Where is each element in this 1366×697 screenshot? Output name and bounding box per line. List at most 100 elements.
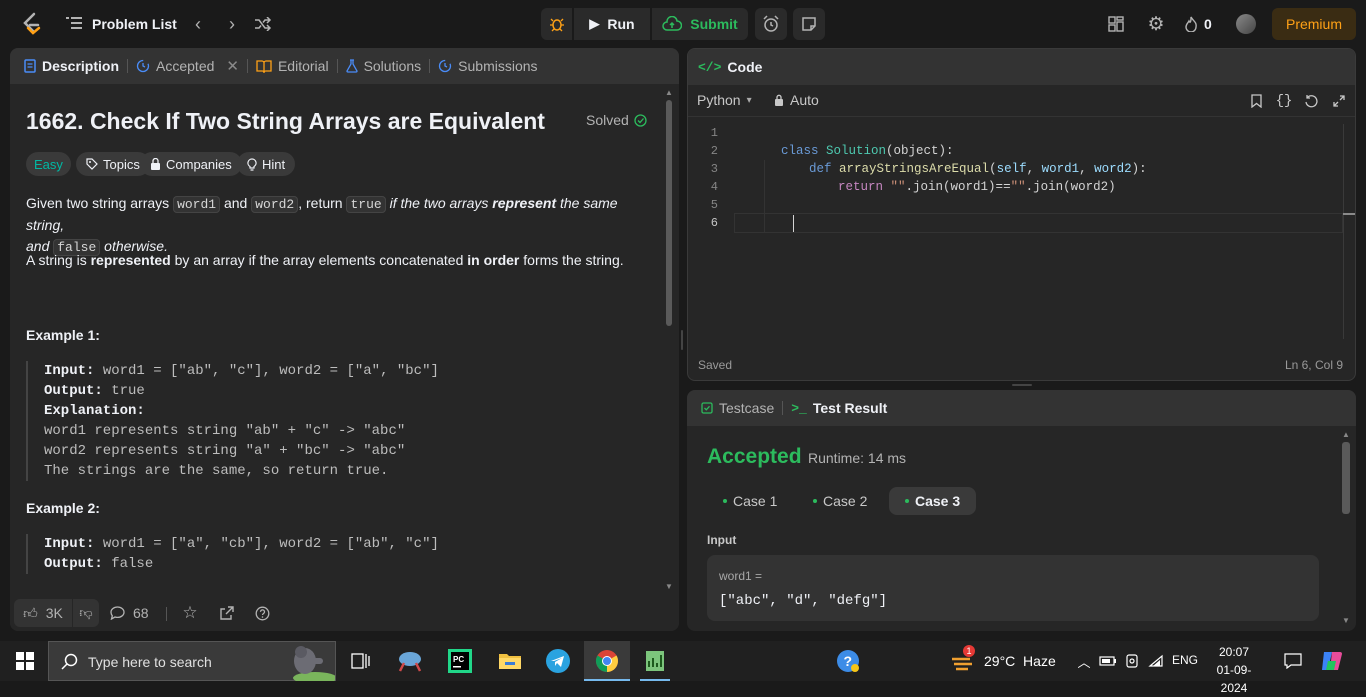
editor-toolbar: Python ▾ Auto {}: [688, 85, 1355, 117]
checkbox-icon: [701, 402, 713, 414]
result-scrollbar[interactable]: ▲ ▼: [1340, 430, 1352, 629]
editor-scrollbar[interactable]: [1343, 124, 1344, 339]
language-select[interactable]: Python ▾: [697, 92, 752, 108]
layout-icon[interactable]: [1106, 14, 1126, 34]
task-view-icon[interactable]: [346, 647, 374, 675]
shuffle-icon[interactable]: [252, 12, 274, 36]
taskbar-search[interactable]: Type here to search: [48, 641, 337, 684]
scroll-thumb[interactable]: [1342, 442, 1350, 514]
svg-text:PC: PC: [453, 655, 464, 664]
example-1-block: Input: word1 = ["ab", "c"], word2 = ["a"…: [26, 361, 646, 481]
weather-widget[interactable]: 1 29°C Haze: [950, 641, 1056, 681]
scroll-down-arrow[interactable]: ▼: [1341, 616, 1351, 626]
tab-description[interactable]: Description: [16, 48, 127, 84]
difficulty-badge[interactable]: Easy: [26, 152, 71, 176]
star-icon[interactable]: ☆: [180, 603, 200, 623]
topics-tag[interactable]: Topics: [76, 152, 150, 176]
example-2-title: Example 2:: [26, 500, 100, 516]
case-tab-2[interactable]: Case 2: [797, 487, 883, 515]
tab-submissions[interactable]: Submissions: [430, 48, 545, 84]
vertical-splitter[interactable]: [681, 330, 683, 350]
chrome-icon: [596, 650, 618, 672]
next-problem-icon[interactable]: ›: [222, 12, 242, 36]
like-button[interactable]: 👍︎ 3K: [14, 599, 72, 627]
help-icon[interactable]: [252, 603, 272, 623]
notification-icon[interactable]: [1279, 647, 1307, 675]
windows-start-icon[interactable]: [11, 647, 39, 675]
input-box: word1 = ["abc", "d", "defg"]: [707, 555, 1319, 621]
notes-button[interactable]: [793, 8, 825, 40]
description-footer: 👍︎ 3K 👎︎ 68 ☆: [10, 595, 679, 631]
tab-test-result[interactable]: >_ Test Result: [783, 390, 895, 426]
editor-scroll-marker: [1343, 213, 1355, 215]
pycharm-icon[interactable]: PC: [446, 647, 474, 675]
prev-problem-icon[interactable]: ‹: [188, 12, 208, 36]
streak-counter[interactable]: 0: [1184, 12, 1212, 36]
companies-tag[interactable]: Companies: [140, 152, 242, 176]
result-panel: Testcase >_ Test Result Accepted Runtime…: [687, 390, 1356, 631]
problem-title: 1662. Check If Two String Arrays are Equ…: [26, 108, 545, 134]
line-number: 2: [710, 144, 718, 158]
description-scrollbar[interactable]: ▲ ▼: [664, 88, 674, 593]
solved-status: Solved: [586, 112, 647, 128]
verdict: Accepted: [707, 445, 802, 468]
tab-editorial[interactable]: Editorial: [248, 48, 337, 84]
text-cursor: [793, 215, 794, 232]
scroll-down-arrow[interactable]: ▼: [664, 582, 674, 592]
copilot-icon[interactable]: [1318, 647, 1346, 675]
play-icon: ▶: [589, 16, 600, 31]
weather-icon: 1: [950, 645, 976, 673]
leetcode-logo-icon[interactable]: [20, 12, 44, 36]
variable-label: word1 =: [719, 569, 763, 583]
avatar[interactable]: [1236, 14, 1256, 34]
dislike-button[interactable]: 👎︎: [73, 599, 99, 627]
lock-icon: [151, 158, 160, 170]
case-tab-3[interactable]: Case 3: [889, 487, 977, 515]
help-app-icon[interactable]: ?: [834, 647, 862, 675]
fullscreen-icon[interactable]: [1331, 92, 1347, 110]
search-icon: [61, 653, 78, 670]
chrome-taskbar-button[interactable]: [584, 641, 630, 681]
tab-testcase[interactable]: Testcase: [693, 390, 782, 426]
language-indicator[interactable]: ENG: [1172, 653, 1198, 667]
problem-list-label: Problem List: [92, 16, 177, 32]
run-button[interactable]: ▶ Run: [574, 8, 650, 40]
app-snipping-icon[interactable]: [396, 647, 424, 675]
share-icon[interactable]: [216, 603, 236, 623]
scroll-up-arrow[interactable]: ▲: [1341, 430, 1351, 440]
timer-button[interactable]: [755, 8, 787, 40]
result-tabs: Testcase >_ Test Result: [687, 390, 1356, 426]
problem-list-button[interactable]: Problem List: [66, 12, 177, 36]
wifi-icon[interactable]: [1142, 647, 1170, 675]
comments-button[interactable]: 68: [110, 599, 149, 627]
history-icon: [136, 59, 150, 73]
notepad-app-icon[interactable]: [641, 647, 669, 675]
code-editor[interactable]: 1 2 3 4 5 6 class Solution(object): def …: [688, 124, 1343, 339]
case-tab-1[interactable]: Case 1: [707, 487, 793, 515]
tab-accepted[interactable]: Accepted ✕: [128, 48, 247, 84]
gorilla-illustration-icon: [271, 644, 337, 684]
example-2-block: Input: word1 = ["a", "cb"], word2 = ["ab…: [26, 534, 646, 574]
auto-mode[interactable]: Auto: [774, 92, 819, 108]
weather-badge: 1: [963, 645, 975, 657]
lightbulb-icon: [247, 157, 257, 171]
format-braces-icon[interactable]: {}: [1274, 92, 1294, 110]
debug-button[interactable]: [541, 8, 572, 40]
premium-button[interactable]: Premium: [1272, 8, 1356, 40]
scroll-thumb[interactable]: [666, 100, 672, 326]
telegram-icon[interactable]: [544, 647, 572, 675]
submit-button[interactable]: Submit: [652, 8, 748, 40]
tab-solutions[interactable]: Solutions: [338, 48, 430, 84]
reset-icon[interactable]: [1303, 92, 1319, 110]
input-label: Input: [707, 533, 737, 547]
hint-tag[interactable]: Hint: [237, 152, 296, 176]
indent-guide: [764, 160, 765, 232]
top-bar: Problem List ‹ › ▶ Run Submit ⚙ 0 Premiu…: [0, 0, 1366, 48]
close-tab-icon[interactable]: ✕: [226, 57, 239, 75]
horizontal-splitter[interactable]: [1012, 384, 1032, 386]
file-explorer-icon[interactable]: [496, 647, 524, 675]
settings-gear-icon[interactable]: ⚙: [1145, 13, 1167, 35]
clock[interactable]: 20:07 01-09-2024: [1206, 643, 1262, 697]
bookmark-icon[interactable]: [1248, 92, 1264, 110]
scroll-up-arrow[interactable]: ▲: [664, 88, 674, 98]
